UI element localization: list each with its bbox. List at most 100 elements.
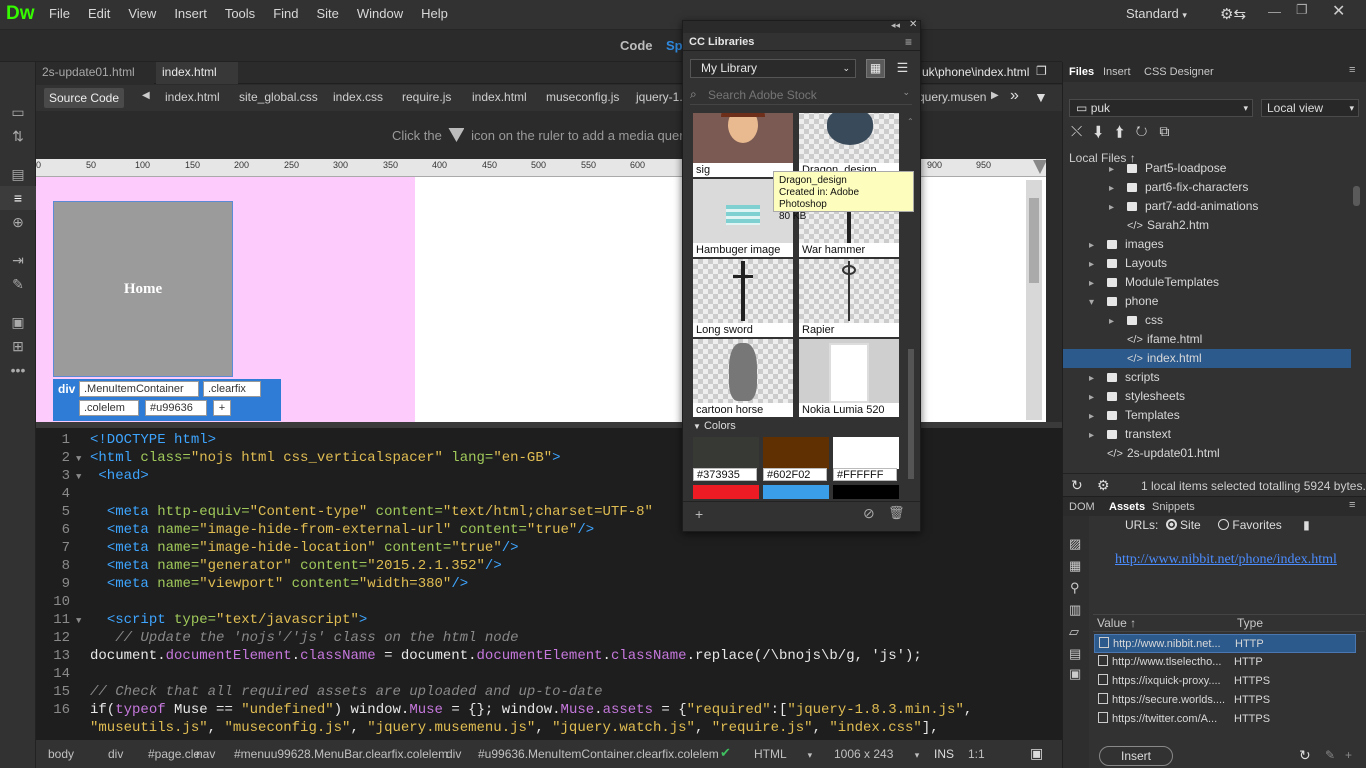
- list-view-icon[interactable]: ☰: [893, 59, 912, 78]
- templates-icon[interactable]: ▤: [1069, 646, 1081, 662]
- design-scrollbar[interactable]: [1026, 180, 1042, 420]
- tree-item-folder[interactable]: ▸ Layouts: [1063, 254, 1353, 273]
- chevron-right-icon[interactable]: ▸: [1109, 312, 1127, 331]
- gear-sync-icon[interactable]: ⚙⇆: [1220, 5, 1246, 23]
- color-swatch[interactable]: #FFFFFF: [833, 437, 899, 481]
- put-files-icon[interactable]: ⬆: [1115, 123, 1136, 139]
- close-icon[interactable]: ✕: [1332, 1, 1345, 21]
- related-file[interactable]: jquery-1.: [636, 90, 683, 104]
- connect-icon[interactable]: ⤬: [1071, 123, 1094, 139]
- preview-url[interactable]: http://www.nibbit.net/phone/index.html: [1115, 552, 1337, 568]
- colors-heading[interactable]: ▼ Colors: [693, 420, 736, 432]
- colors-icon[interactable]: ▦: [1069, 558, 1081, 574]
- panel-drag-bar[interactable]: ◂◂ ✕: [683, 19, 920, 33]
- tree-item-folder[interactable]: ▸ css: [1063, 311, 1353, 330]
- library-item[interactable]: sig: [693, 113, 793, 177]
- panel-menu-icon[interactable]: ≡: [1349, 64, 1355, 76]
- related-file[interactable]: museconfig.js: [546, 90, 619, 104]
- add-favorite-icon[interactable]: +: [1345, 748, 1352, 762]
- more-tools-icon[interactable]: •••: [0, 358, 36, 382]
- color-swatch[interactable]: #373935: [693, 437, 759, 481]
- preview-icon[interactable]: ▣: [1030, 745, 1043, 762]
- tag-selector[interactable]: div: [108, 747, 123, 761]
- related-file[interactable]: index.css: [333, 90, 383, 104]
- menu-view[interactable]: View: [119, 0, 165, 30]
- menu-edit[interactable]: Edit: [79, 0, 119, 30]
- class-chip[interactable]: .colelem: [79, 400, 139, 416]
- library-item[interactable]: Nokia Lumia 520: [799, 339, 899, 417]
- tree-item-folder[interactable]: ▸ transtext: [1063, 425, 1353, 444]
- tag-selector[interactable]: nav: [196, 747, 215, 761]
- chevron-right-icon[interactable]: ▸: [1089, 274, 1107, 293]
- panel-menu-icon[interactable]: ≡: [1349, 499, 1355, 511]
- chevron-right-icon[interactable]: ▸: [1089, 388, 1107, 407]
- scroll-left-icon[interactable]: ◀: [142, 90, 150, 101]
- add-content-icon[interactable]: +: [695, 506, 703, 522]
- class-chip[interactable]: .MenuItemContainer: [79, 381, 199, 397]
- chevron-right-icon[interactable]: ▸: [1089, 236, 1107, 255]
- library-item[interactable]: Dragon_design: [799, 113, 899, 177]
- tag-selector[interactable]: body: [48, 747, 74, 761]
- table-row[interactable]: https://ixquick-proxy.... HTTPS: [1094, 672, 1356, 691]
- window-size[interactable]: 1006 x 243 ▾: [834, 747, 919, 761]
- tree-item-folder[interactable]: ▸ scripts: [1063, 368, 1353, 387]
- tab-2s-update01[interactable]: 2s-update01.html ✕: [36, 62, 154, 99]
- menu-file[interactable]: File: [40, 0, 79, 30]
- source-code-button[interactable]: Source Code: [44, 88, 124, 108]
- fold-arrow-icon[interactable]: ▼: [76, 468, 90, 486]
- library-item[interactable]: Long sword: [693, 259, 793, 337]
- tree-item-folder[interactable]: ▸ Templates: [1063, 406, 1353, 425]
- table-row[interactable]: http://www.nibbit.net... HTTP: [1094, 634, 1356, 653]
- collapse-icon[interactable]: ◂◂: [891, 20, 900, 31]
- refresh-icon[interactable]: ↻: [1071, 477, 1083, 494]
- tree-item-folder[interactable]: ▸ stylesheets: [1063, 387, 1353, 406]
- close-icon[interactable]: ✕: [909, 19, 917, 30]
- refresh-icon[interactable]: ↻: [1299, 747, 1311, 764]
- tree-item-folder[interactable]: ▸ Part5-loadpose: [1063, 159, 1353, 178]
- tree-item-folder[interactable]: ▾ phone: [1063, 292, 1353, 311]
- refresh-icon[interactable]: ↻: [1136, 123, 1160, 139]
- radio-favorites[interactable]: Favorites: [1218, 518, 1282, 532]
- stock-search[interactable]: ⌕ ⌄: [690, 87, 912, 105]
- expand-icon[interactable]: ⧉: [1159, 123, 1181, 139]
- class-chip[interactable]: .clearfix: [203, 381, 261, 397]
- tab-assets[interactable]: Assets: [1109, 501, 1145, 513]
- sync-icon[interactable]: ⚙: [1097, 477, 1110, 494]
- menu-item-home[interactable]: Home: [53, 201, 233, 377]
- menu-insert[interactable]: Insert: [165, 0, 216, 30]
- related-file[interactable]: site_global.css: [239, 90, 318, 104]
- chevron-right-icon[interactable]: ▸: [1089, 426, 1107, 445]
- restore-icon[interactable]: ❐: [1296, 2, 1308, 18]
- fold-arrow-icon[interactable]: ▼: [76, 612, 90, 630]
- color-swatch[interactable]: #602F02: [763, 437, 829, 481]
- bookmark-icon[interactable]: ▮: [1303, 518, 1310, 532]
- trash-icon[interactable]: 🗑: [888, 505, 905, 521]
- chevron-right-icon[interactable]: ▸: [1089, 369, 1107, 388]
- chevron-right-icon[interactable]: ▸: [1109, 160, 1127, 179]
- chevron-down-icon[interactable]: ▾: [1089, 293, 1107, 312]
- wrap-tag-icon[interactable]: ⇥: [0, 248, 36, 272]
- scroll-up-icon[interactable]: ⌃: [907, 117, 914, 126]
- chevron-right-icon[interactable]: ▸: [1109, 179, 1127, 198]
- radio-site[interactable]: Site: [1165, 518, 1201, 532]
- split-view-button[interactable]: Sp: [666, 38, 683, 53]
- fold-arrow-icon[interactable]: ▼: [76, 450, 90, 468]
- menu-find[interactable]: Find: [264, 0, 307, 30]
- tag-selector[interactable]: #u99636.MenuItemContainer.clearfix.colel…: [478, 747, 719, 761]
- document-type[interactable]: HTML ▾: [754, 747, 812, 761]
- menu-help[interactable]: Help: [412, 0, 457, 30]
- tag-selector[interactable]: #page.cle: [148, 747, 200, 761]
- library-item[interactable]: Rapier: [799, 259, 899, 337]
- chevron-right-icon[interactable]: ▸: [1089, 255, 1107, 274]
- file-tree-scrollbar[interactable]: [1353, 186, 1360, 206]
- minimize-icon[interactable]: —: [1268, 4, 1281, 19]
- insert-button[interactable]: Insert: [1099, 746, 1173, 766]
- code-view-button[interactable]: Code: [620, 38, 653, 53]
- id-chip[interactable]: #u99636: [145, 400, 207, 416]
- panel-menu-icon[interactable]: ≡: [905, 35, 912, 49]
- chevron-right-icon[interactable]: ▸: [1109, 198, 1127, 217]
- sync-status-icon[interactable]: ⊘: [863, 505, 875, 522]
- file-management-icon[interactable]: ⇅: [0, 124, 36, 148]
- scripts-icon[interactable]: ▱: [1069, 624, 1079, 640]
- col-value[interactable]: Value ↑: [1097, 616, 1136, 630]
